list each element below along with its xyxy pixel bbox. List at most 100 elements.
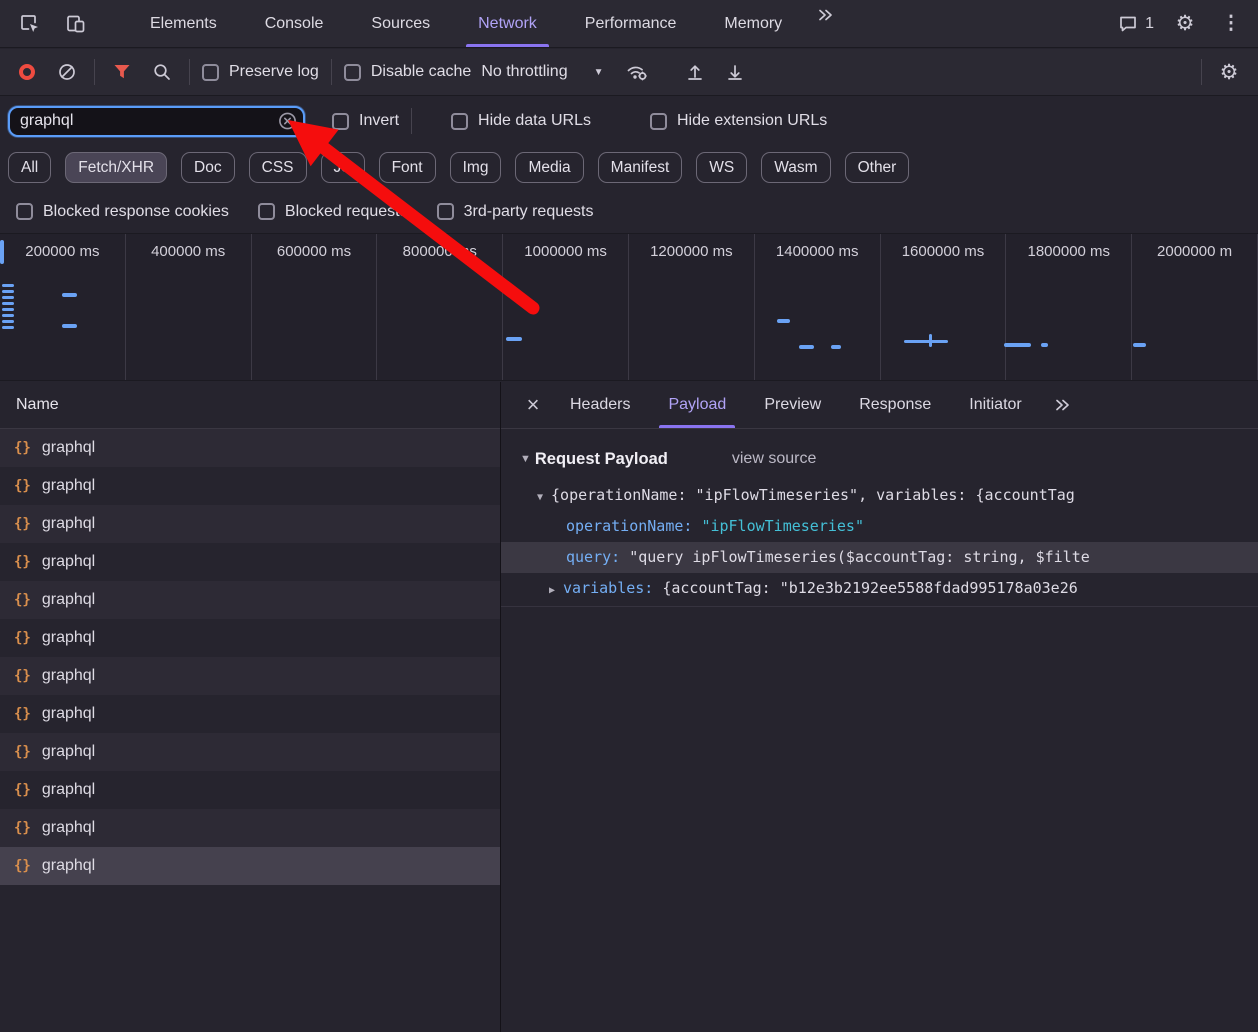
json-braces-icon: {} [14, 630, 31, 646]
more-detail-tabs-chevron-icon[interactable] [1047, 390, 1077, 420]
chip-img[interactable]: Img [450, 152, 502, 183]
request-row[interactable]: {}graphql [0, 467, 500, 505]
request-row[interactable]: {}graphql [0, 771, 500, 809]
timeline-tick: 600000 ms [277, 243, 351, 380]
chip-font[interactable]: Font [379, 152, 436, 183]
message-bubble-icon [1118, 14, 1138, 34]
tab-memory[interactable]: Memory [700, 0, 806, 47]
network-filter-input[interactable] [20, 112, 273, 130]
timeline-tick: 200000 ms [25, 243, 99, 380]
request-row[interactable]: {}graphql [0, 809, 500, 847]
search-icon[interactable] [147, 57, 177, 87]
timeline-tick: 1600000 ms [902, 243, 985, 380]
clear-filter-icon[interactable] [278, 112, 297, 131]
waterfall-bar [2, 290, 14, 293]
divider [94, 59, 95, 85]
timeline-tick: 1400000 ms [776, 243, 859, 380]
name-column-header[interactable]: Name [0, 382, 500, 429]
expanded-triangle-icon: ▼ [537, 492, 543, 503]
chip-media[interactable]: Media [515, 152, 583, 183]
hide-data-urls-checkbox[interactable]: Hide data URLs [451, 112, 591, 130]
timeline-tick: 400000 ms [151, 243, 225, 380]
request-name: graphql [42, 667, 95, 685]
blocked-requests-checkbox[interactable]: Blocked requests [258, 203, 408, 221]
chip-ws[interactable]: WS [696, 152, 747, 183]
network-conditions-icon[interactable] [622, 57, 652, 87]
inspect-element-icon[interactable] [14, 9, 44, 39]
checkbox-box [332, 113, 349, 130]
payload-entry-row[interactable]: ▶variables:{accountTag: "b12e3b2192ee558… [501, 573, 1258, 604]
chip-wasm[interactable]: Wasm [761, 152, 830, 183]
preserve-log-checkbox[interactable]: Preserve log [202, 63, 319, 81]
settings-gear-icon[interactable]: ⚙ [1170, 9, 1200, 39]
waterfall-bar [831, 345, 841, 349]
hide-extension-urls-label: Hide extension URLs [677, 112, 827, 130]
tab-elements[interactable]: Elements [126, 0, 241, 47]
chip-doc[interactable]: Doc [181, 152, 235, 183]
waterfall-bar [2, 314, 14, 317]
request-row[interactable]: {} graphql [0, 581, 500, 619]
request-payload-section-header[interactable]: ▼ Request Payload view source [501, 444, 1258, 474]
timeline-column: 1200000 ms [629, 234, 755, 380]
more-tabs-chevron-icon[interactable] [810, 0, 840, 30]
tab-network[interactable]: Network [454, 0, 561, 47]
close-details-icon[interactable]: × [515, 392, 551, 418]
json-braces-icon: {} [14, 440, 31, 456]
import-har-icon[interactable] [680, 57, 710, 87]
chip-css[interactable]: CSS [249, 152, 307, 183]
payload-summary-text: {operationName: "ipFlowTimeseries", vari… [551, 486, 1075, 504]
divider [1201, 59, 1202, 85]
filter-funnel-icon[interactable] [107, 57, 137, 87]
timeline-column: 2000000 m [1132, 234, 1258, 380]
request-row[interactable]: {}graphql [0, 505, 500, 543]
menu-dots-icon[interactable]: ⋮ [1216, 9, 1246, 39]
chip-manifest[interactable]: Manifest [598, 152, 683, 183]
chip-other[interactable]: Other [845, 152, 910, 183]
hide-extension-urls-checkbox[interactable]: Hide extension URLs [650, 112, 827, 130]
payload-entry-row[interactable]: operationName:"ipFlowTimeseries" [501, 511, 1258, 542]
message-count: 1 [1145, 15, 1154, 33]
tab-sources[interactable]: Sources [347, 0, 454, 47]
waterfall-bar [62, 293, 77, 297]
throttling-select[interactable]: No throttling ▼ [481, 63, 603, 81]
tab-headers[interactable]: Headers [551, 382, 649, 428]
request-name: graphql [42, 515, 95, 533]
request-row[interactable]: {}graphql [0, 619, 500, 657]
request-name: graphql [42, 819, 95, 837]
view-source-link[interactable]: view source [732, 450, 816, 468]
disable-cache-checkbox[interactable]: Disable cache [344, 63, 472, 81]
blocked-response-cookies-checkbox[interactable]: Blocked response cookies [16, 203, 229, 221]
tab-preview[interactable]: Preview [745, 382, 840, 428]
request-row[interactable]: {}graphql [0, 695, 500, 733]
name-header-label: Name [16, 396, 59, 414]
request-row[interactable]: {}graphql [0, 429, 500, 467]
checkbox-box [451, 113, 468, 130]
json-braces-icon: {} [14, 478, 31, 494]
request-row[interactable]: {}graphql [0, 657, 500, 695]
chip-js[interactable]: JS [321, 152, 365, 183]
third-party-requests-checkbox[interactable]: 3rd-party requests [437, 203, 594, 221]
tab-payload[interactable]: Payload [649, 382, 745, 428]
export-har-icon[interactable] [720, 57, 750, 87]
device-toolbar-icon[interactable] [60, 9, 90, 39]
tab-response[interactable]: Response [840, 382, 950, 428]
json-braces-icon: {} [14, 592, 31, 608]
payload-root-row[interactable]: ▼ {operationName: "ipFlowTimeseries", var… [501, 480, 1258, 511]
request-row[interactable]: {}graphql [0, 733, 500, 771]
request-row[interactable]: {}graphql [0, 543, 500, 581]
request-row-selected[interactable]: {}graphql [0, 847, 500, 885]
payload-title: Request Payload [535, 450, 668, 469]
chip-fetch-xhr[interactable]: Fetch/XHR [65, 152, 167, 183]
invert-checkbox[interactable]: Invert [332, 112, 399, 130]
clear-network-log-icon[interactable] [52, 57, 82, 87]
network-settings-gear-icon[interactable]: ⚙ [1214, 57, 1244, 87]
payload-entry-row-selected[interactable]: query:"query ipFlowTimeseries($accountTa… [501, 542, 1258, 573]
tab-console[interactable]: Console [241, 0, 348, 47]
console-messages-button[interactable]: 1 [1118, 14, 1154, 34]
record-network-log-button[interactable] [12, 57, 42, 87]
chip-all[interactable]: All [8, 152, 51, 183]
network-overview-timeline[interactable]: 200000 ms 400000 ms 600000 ms 800000 ms … [0, 233, 1258, 381]
tab-initiator[interactable]: Initiator [950, 382, 1040, 428]
tab-performance[interactable]: Performance [561, 0, 701, 47]
request-name: graphql [42, 591, 95, 609]
